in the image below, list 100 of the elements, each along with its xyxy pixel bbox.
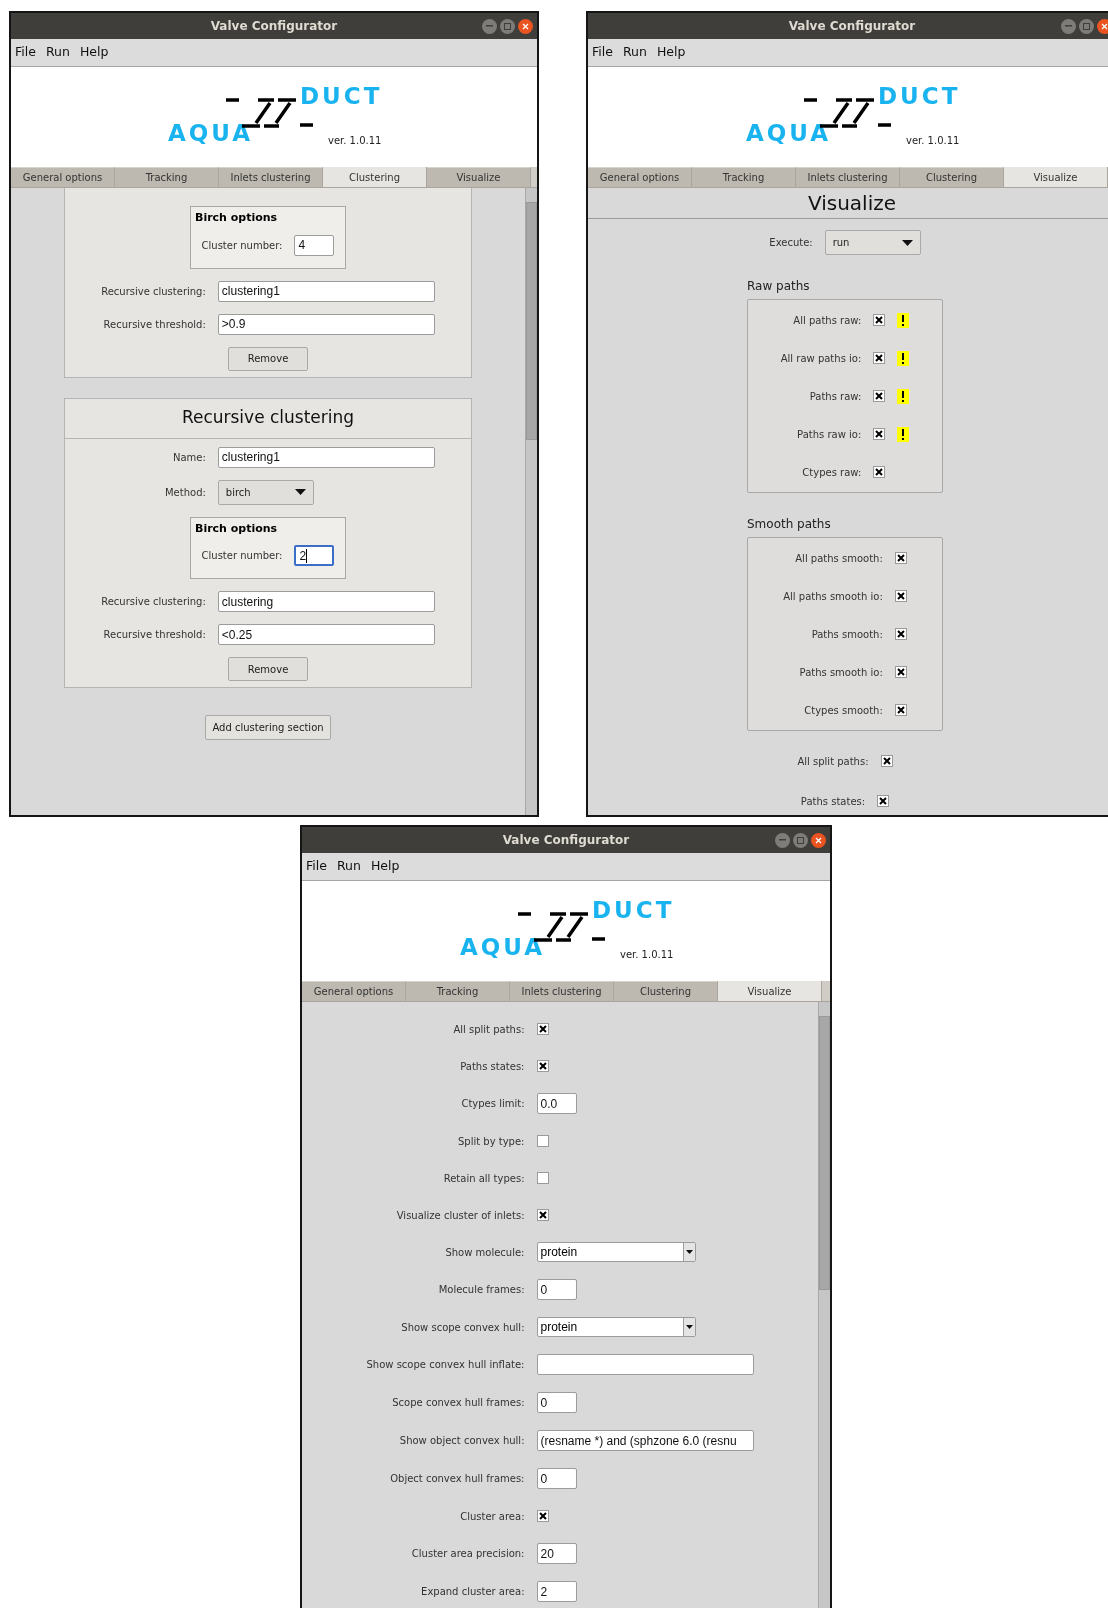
cross-icon <box>896 554 905 562</box>
scrollbar[interactable] <box>525 188 537 815</box>
field-label: Visualize cluster of inlets: <box>396 1208 525 1223</box>
field-label: Show molecule: <box>445 1245 525 1260</box>
close-button[interactable] <box>811 832 826 848</box>
tab[interactable]: Inlets clustering <box>219 167 323 187</box>
text-field[interactable]: <0.25 <box>217 624 435 645</box>
tab[interactable]: Tracking <box>692 167 796 187</box>
square-icon <box>797 836 804 844</box>
field-label: Cluster number: <box>201 549 283 563</box>
field-label: Method: <box>164 485 206 500</box>
tab[interactable]: Clustering <box>323 167 427 187</box>
field-label: Cluster number: <box>201 238 283 253</box>
text-field[interactable]: clustering1 <box>217 280 435 302</box>
text-field[interactable]: 0 <box>536 1279 577 1300</box>
remove-button[interactable]: Remove <box>228 657 308 681</box>
close-button[interactable] <box>1097 18 1108 34</box>
tab[interactable]: General options <box>11 167 115 187</box>
checkbox[interactable] <box>894 704 907 716</box>
checkbox[interactable] <box>536 1209 549 1221</box>
minimize-button[interactable] <box>482 18 497 34</box>
text-field[interactable]: (resname *) and (sphzone 6.0 (resnu <box>536 1430 754 1451</box>
checkbox[interactable] <box>536 1510 549 1522</box>
field-label: Recursive clustering: <box>101 595 206 609</box>
text-field[interactable]: 0 <box>536 1468 577 1489</box>
close-button[interactable] <box>518 18 533 34</box>
text-field[interactable]: 0.0 <box>536 1093 577 1114</box>
caret-down-icon <box>294 489 306 495</box>
combo-box[interactable]: protein <box>536 1242 696 1262</box>
tab[interactable]: Tracking <box>406 981 510 1001</box>
field-label: All split paths: <box>453 1022 525 1037</box>
text-field[interactable]: 2 <box>536 1581 577 1602</box>
version-label: ver. 1.0.11 <box>328 136 382 146</box>
checkbox[interactable] <box>536 1060 549 1072</box>
checkbox[interactable] <box>894 590 907 602</box>
text-field[interactable] <box>536 1354 754 1375</box>
menu-item[interactable]: Run <box>45 43 70 62</box>
checkbox[interactable] <box>880 755 893 767</box>
text-field[interactable]: 0 <box>536 1392 577 1413</box>
checkbox[interactable] <box>877 795 890 807</box>
checkbox[interactable] <box>894 552 907 564</box>
checkbox[interactable] <box>873 466 886 478</box>
tab[interactable]: Inlets clustering <box>796 167 900 187</box>
field-label: Ctypes smooth: <box>804 703 883 718</box>
checkbox[interactable] <box>894 628 907 640</box>
checkbox[interactable] <box>873 428 886 440</box>
field-label: Split by type: <box>458 1134 525 1149</box>
menu-item[interactable]: Run <box>336 857 361 876</box>
tab[interactable]: Visualize <box>718 981 822 1001</box>
checkbox[interactable] <box>536 1023 549 1035</box>
tab[interactable]: Visualize <box>427 167 531 187</box>
minimize-button[interactable] <box>775 832 790 848</box>
field-label: All raw paths io: <box>780 351 862 366</box>
logo-text: AQUA <box>460 936 546 959</box>
tab[interactable]: Inlets clustering <box>510 981 614 1001</box>
text-field[interactable]: clustering <box>217 591 435 612</box>
combo-box[interactable]: protein <box>536 1317 696 1337</box>
text-field[interactable]: 4 <box>294 234 335 256</box>
text-field[interactable]: 20 <box>536 1543 577 1564</box>
menu-item[interactable]: Run <box>622 43 647 62</box>
remove-button[interactable]: Remove <box>228 346 308 371</box>
square-icon <box>504 22 511 30</box>
checkbox[interactable] <box>536 1135 549 1147</box>
field-label: Molecule frames: <box>438 1283 525 1297</box>
dropdown[interactable]: birch <box>217 479 314 505</box>
tab[interactable]: Clustering <box>614 981 718 1001</box>
menu-item[interactable]: Help <box>656 43 686 62</box>
checkbox[interactable] <box>873 352 886 364</box>
logo-text: DUCT <box>592 899 675 922</box>
menu-item[interactable]: Help <box>79 43 109 62</box>
scrollbar-thumb[interactable] <box>819 1016 830 1290</box>
menu-item[interactable]: Help <box>370 857 400 876</box>
menu-item[interactable]: File <box>306 857 327 876</box>
text-field[interactable]: 2 <box>294 545 335 566</box>
minimize-button[interactable] <box>1061 18 1076 34</box>
close-icon <box>522 22 529 30</box>
dropdown[interactable]: run <box>824 230 921 255</box>
caret-down-icon <box>901 239 913 246</box>
tab[interactable]: Tracking <box>115 167 219 187</box>
scrollbar-thumb[interactable] <box>526 202 537 440</box>
window-title: Valve Configurator <box>787 18 917 35</box>
field-label: All split paths: <box>797 754 869 769</box>
checkbox[interactable] <box>873 390 886 402</box>
checkbox[interactable] <box>894 666 907 678</box>
tab[interactable]: Visualize <box>1004 167 1108 187</box>
tab[interactable]: General options <box>588 167 692 187</box>
menu-item[interactable]: File <box>15 43 36 62</box>
cross-icon <box>875 430 884 438</box>
tab[interactable]: General options <box>302 981 406 1001</box>
text-field[interactable]: clustering1 <box>217 446 435 468</box>
checkbox[interactable] <box>536 1172 549 1184</box>
checkbox[interactable] <box>873 314 886 326</box>
add-section-button[interactable]: Add clustering section <box>205 715 331 740</box>
scrollbar[interactable] <box>818 1002 830 1608</box>
tab[interactable]: Clustering <box>900 167 1004 187</box>
menu-item[interactable]: File <box>592 43 613 62</box>
text-field[interactable]: >0.9 <box>217 313 435 335</box>
cross-icon <box>896 668 905 676</box>
field-label: Ctypes raw: <box>802 465 862 480</box>
section-title: Recursive clustering <box>181 406 355 430</box>
